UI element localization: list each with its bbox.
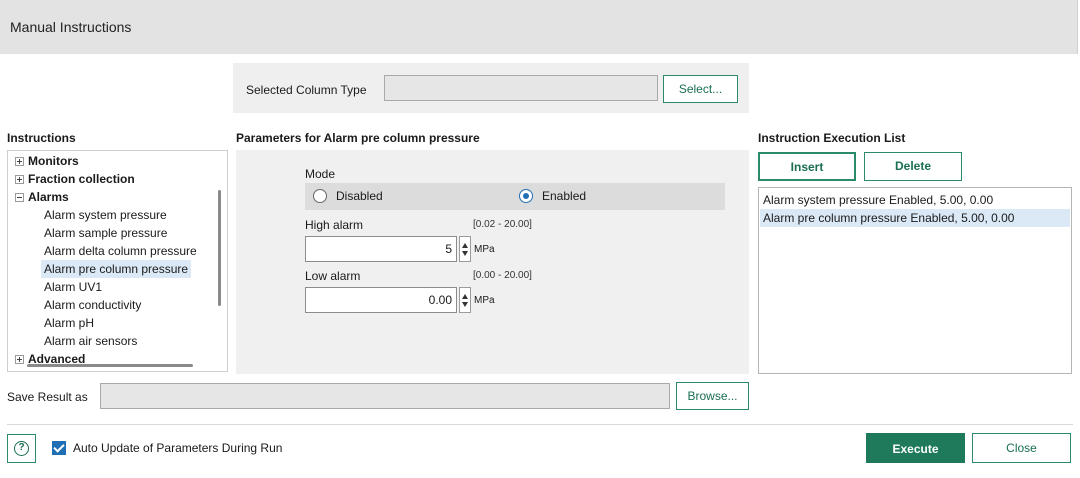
instructions-tree[interactable]: Monitors Fraction collection Alarms Alar…	[7, 150, 228, 372]
instructions-heading: Instructions	[7, 131, 76, 145]
tree-horizontal-scrollbar[interactable]	[27, 364, 193, 367]
tree-item-alarm-system-pressure[interactable]: Alarm system pressure	[8, 206, 218, 224]
low-alarm-input[interactable]: 0.00	[305, 287, 457, 313]
spin-up-icon[interactable]	[462, 294, 468, 299]
tree-item-label: Alarm system pressure	[44, 208, 167, 222]
tree-group-label: Alarms	[28, 190, 69, 204]
expand-icon[interactable]	[15, 175, 24, 184]
spin-down-icon[interactable]	[462, 251, 468, 256]
tree-group-label: Fraction collection	[28, 172, 135, 186]
enabled-radio-label[interactable]: Enabled	[542, 189, 586, 203]
tree-item-label: Alarm conductivity	[44, 298, 142, 312]
low-alarm-range: [0.00 - 20.00]	[473, 270, 532, 281]
browse-button[interactable]: Browse...	[676, 382, 749, 410]
expand-icon[interactable]	[15, 157, 24, 166]
tree-item-label: Alarm pre column pressure	[41, 260, 192, 278]
execution-list-item[interactable]: Alarm system pressure Enabled, 5.00, 0.0…	[760, 191, 1070, 209]
save-result-field[interactable]	[100, 383, 670, 409]
enabled-radio[interactable]	[519, 189, 533, 203]
window-title: Manual Instructions	[10, 19, 132, 35]
help-button[interactable]: ?	[7, 434, 36, 463]
tree-group-label: Monitors	[28, 154, 79, 168]
column-type-field	[384, 75, 658, 101]
tree-item-alarm-pre-column-pressure[interactable]: Alarm pre column pressure	[8, 260, 218, 278]
high-alarm-input[interactable]: 5	[305, 236, 457, 262]
high-alarm-range: [0.02 - 20.00]	[473, 219, 532, 230]
tree-item-label: Alarm air sensors	[44, 334, 138, 348]
tree-item-label: Alarm delta column pressure	[44, 244, 197, 258]
spin-down-icon[interactable]	[462, 302, 468, 307]
tree-item-alarm-ph[interactable]: Alarm pH	[8, 314, 218, 332]
tree-group-monitors[interactable]: Monitors	[8, 152, 218, 170]
spin-up-icon[interactable]	[462, 243, 468, 248]
high-alarm-label: High alarm	[305, 218, 364, 232]
execute-button[interactable]: Execute	[866, 433, 965, 463]
insert-button[interactable]: Insert	[758, 152, 856, 181]
execution-list-item[interactable]: Alarm pre column pressure Enabled, 5.00,…	[760, 209, 1070, 227]
tree-item-alarm-delta-column-pressure[interactable]: Alarm delta column pressure	[8, 242, 218, 260]
tree-item-alarm-uv1[interactable]: Alarm UV1	[8, 278, 218, 296]
close-button[interactable]: Close	[972, 433, 1071, 463]
tree-group-fraction-collection[interactable]: Fraction collection	[8, 170, 218, 188]
delete-button[interactable]: Delete	[864, 152, 962, 181]
footer-divider	[7, 424, 1073, 425]
tree-group-alarms[interactable]: Alarms	[8, 188, 218, 206]
tree-item-alarm-conductivity[interactable]: Alarm conductivity	[8, 296, 218, 314]
low-alarm-unit: MPa	[474, 295, 495, 306]
select-column-button[interactable]: Select...	[663, 75, 738, 103]
tree-item-label: Alarm UV1	[44, 280, 103, 294]
column-type-label: Selected Column Type	[246, 83, 367, 97]
collapse-icon[interactable]	[15, 193, 24, 202]
expand-icon[interactable]	[15, 355, 24, 364]
help-icon: ?	[14, 441, 29, 456]
tree-item-label: Alarm sample pressure	[44, 226, 168, 240]
tree-vertical-scrollbar[interactable]	[218, 190, 221, 306]
mode-label: Mode	[305, 167, 336, 181]
disabled-radio-label[interactable]: Disabled	[336, 189, 383, 203]
disabled-radio[interactable]	[313, 189, 327, 203]
execution-list[interactable]: Alarm system pressure Enabled, 5.00, 0.0…	[758, 187, 1072, 374]
high-alarm-unit: MPa	[474, 244, 495, 255]
title-bar: Manual Instructions	[0, 0, 1078, 54]
execution-list-heading: Instruction Execution List	[758, 131, 906, 145]
save-result-label: Save Result as	[7, 390, 88, 404]
auto-update-label[interactable]: Auto Update of Parameters During Run	[73, 441, 282, 455]
tree-item-label: Alarm pH	[44, 316, 95, 330]
parameters-heading: Parameters for Alarm pre column pressure	[236, 131, 480, 145]
tree-item-alarm-air-sensors[interactable]: Alarm air sensors	[8, 332, 218, 350]
low-alarm-spinner[interactable]	[459, 287, 471, 313]
low-alarm-label: Low alarm	[305, 269, 361, 283]
auto-update-checkbox[interactable]	[52, 441, 66, 455]
tree-item-alarm-sample-pressure[interactable]: Alarm sample pressure	[8, 224, 218, 242]
high-alarm-spinner[interactable]	[459, 236, 471, 262]
